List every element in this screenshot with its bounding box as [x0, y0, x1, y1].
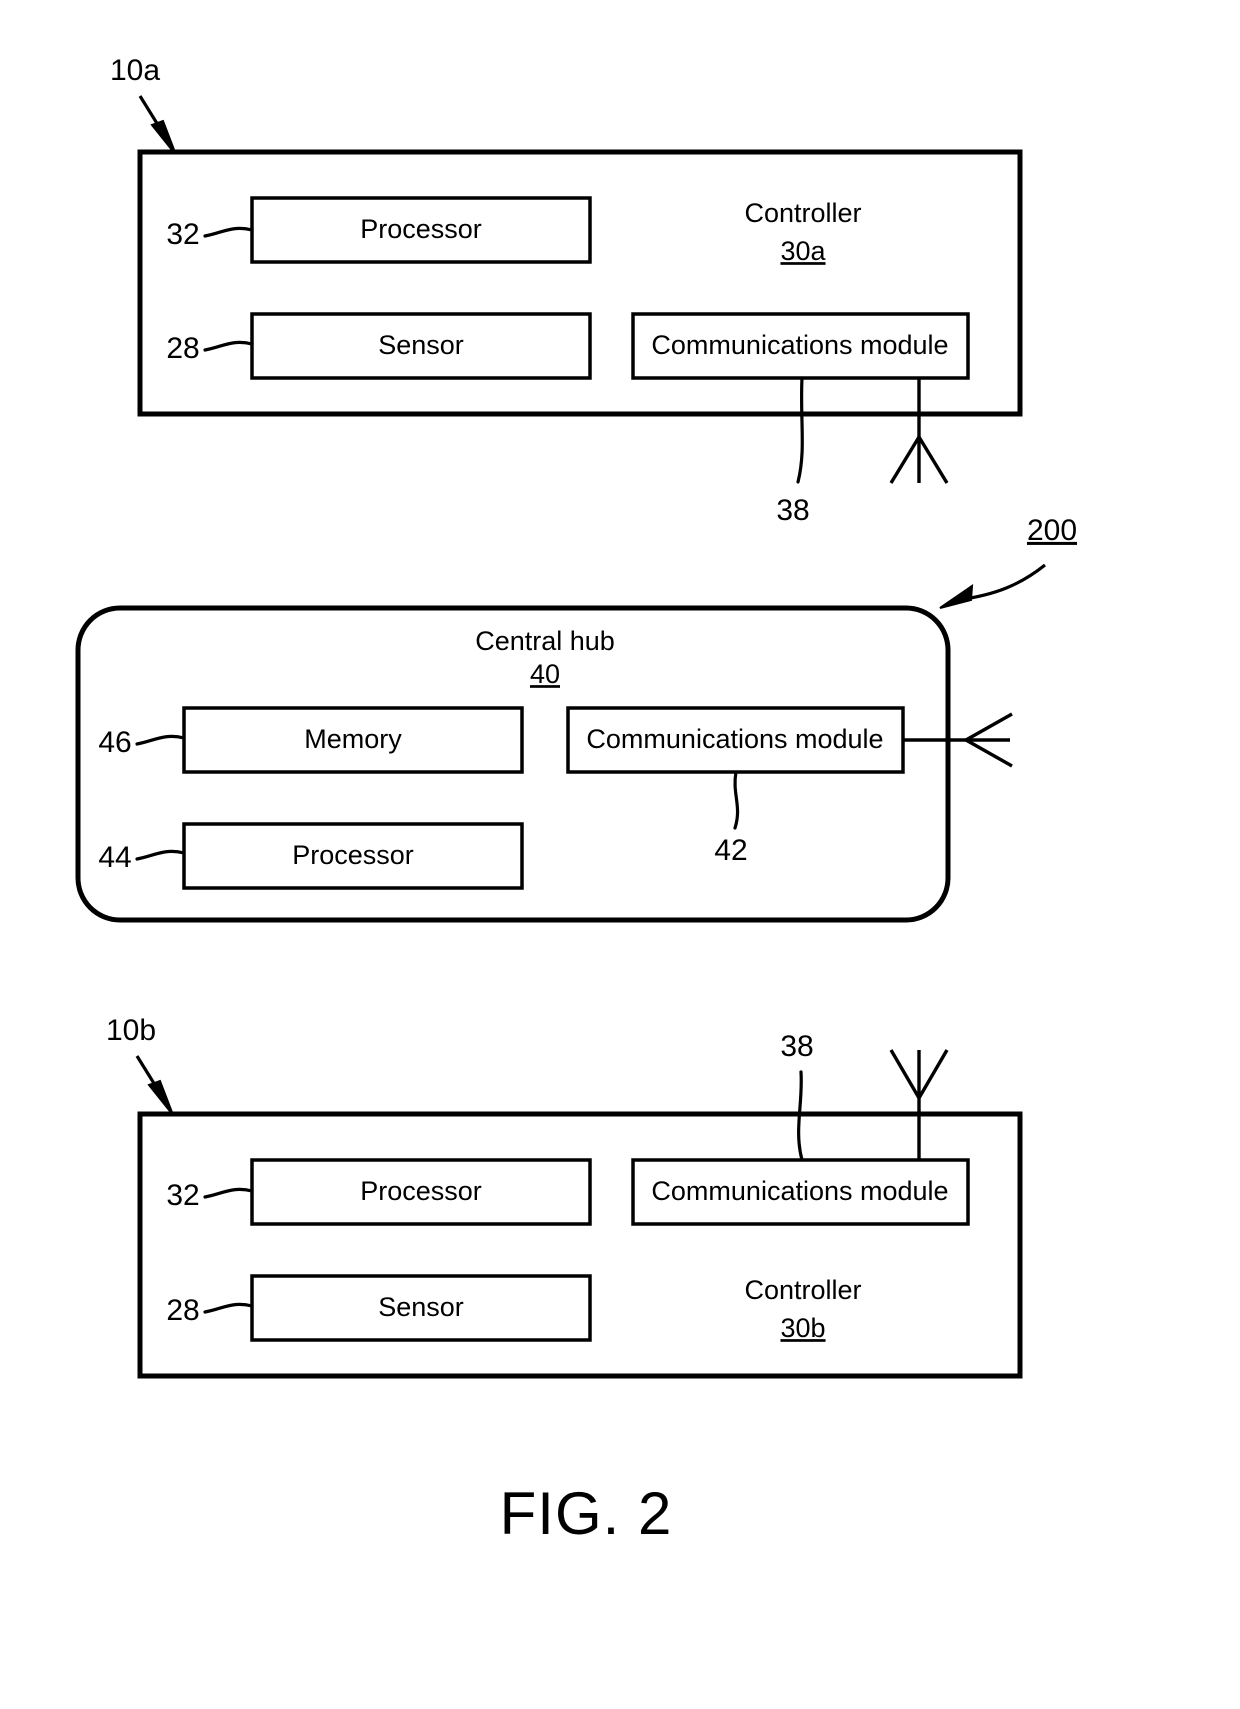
controller-a-comms-label: Communications module	[651, 330, 948, 360]
controller-b-antenna-left-arm	[889, 1049, 921, 1099]
controller-a-ref-32: 32	[166, 218, 199, 251]
central-hub-title: Central hub	[475, 626, 615, 656]
central-hub-ref-42: 42	[714, 834, 747, 867]
ref-10b-arrowhead	[147, 1079, 174, 1116]
central-hub-title-ref: 40	[530, 659, 560, 689]
controller-b-comms-label: Communications module	[651, 1176, 948, 1206]
controller-a-processor-label: Processor	[360, 214, 482, 244]
controller-a-ref-38: 38	[776, 494, 809, 527]
controller-b-title: Controller	[744, 1275, 861, 1305]
central-hub-comms-label: Communications module	[586, 724, 883, 754]
ref-200-arrowhead	[939, 583, 974, 609]
central-hub-processor-label: Processor	[292, 840, 414, 870]
controller-b-title-ref: 30b	[780, 1313, 825, 1343]
ref-10a-label: 10a	[110, 54, 160, 87]
controller-b-ref-32: 32	[166, 1179, 199, 1212]
figure-caption: FIG. 2	[500, 1480, 673, 1547]
controller-a-ref-28: 28	[166, 332, 199, 365]
central-hub-group: 200 Central hub 40 Memory 46 Processor 4…	[75, 514, 1077, 923]
controller-b-sensor-label: Sensor	[378, 1292, 464, 1322]
ref-200-label: 200	[1027, 514, 1077, 547]
controller-a-antenna-right-arm	[917, 436, 949, 484]
central-hub-ref-46: 46	[98, 726, 131, 759]
central-hub-memory-label: Memory	[304, 724, 402, 754]
figure-2-diagram: 10a Processor 32 Sensor 28 Communication…	[75, 54, 1077, 1547]
controller-a-sensor-label: Sensor	[378, 330, 464, 360]
patent-figure: 10a Processor 32 Sensor 28 Communication…	[0, 0, 1240, 1709]
controller-b-processor-label: Processor	[360, 1176, 482, 1206]
central-hub-ref-44: 44	[98, 841, 131, 874]
controller-a-title: Controller	[744, 198, 861, 228]
controller-b-ref-28: 28	[166, 1294, 199, 1327]
central-hub-antenna-lower-arm	[965, 738, 1013, 768]
controller-b-ref-38: 38	[780, 1030, 813, 1063]
ref-10b-label: 10b	[106, 1014, 156, 1047]
central-hub-antenna-upper-arm	[965, 712, 1013, 742]
controller-a-group: 10a Processor 32 Sensor 28 Communication…	[110, 54, 1023, 527]
controller-b-antenna-right-arm	[917, 1049, 949, 1099]
controller-a-antenna-left-arm	[889, 436, 921, 484]
controller-a-title-ref: 30a	[780, 236, 826, 266]
controller-b-group: 10b Processor 32 Sensor 28 Communication…	[106, 1014, 1023, 1379]
